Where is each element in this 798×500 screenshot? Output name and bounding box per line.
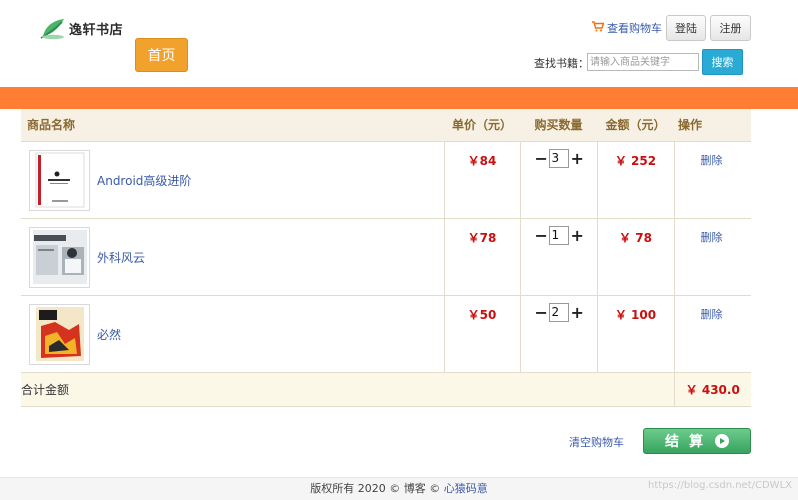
book-cover-android-icon[interactable] — [29, 149, 90, 211]
copyright-text: 版权所有 2020 © 博客 © — [310, 482, 441, 495]
increment-button[interactable]: + — [571, 303, 584, 322]
header-amount: 金额（元） — [597, 109, 674, 142]
table-row: 外科风云 ￥78 − + ￥ 78 删除 — [21, 218, 752, 296]
header-qty: 购买数量 — [520, 109, 597, 142]
line-amount: ￥ 78 — [619, 230, 652, 245]
decrement-button[interactable]: − — [535, 149, 548, 168]
site-logo[interactable]: 逸轩书店 — [40, 16, 123, 40]
checkout-button[interactable]: 结算 — [643, 428, 751, 454]
unit-price: ￥84 — [467, 153, 497, 168]
decrement-button[interactable]: − — [535, 226, 548, 245]
total-label: 合计金额 — [21, 372, 674, 407]
cart-icon — [592, 21, 605, 35]
product-cell: Android高级进阶 — [21, 142, 444, 211]
delete-link[interactable]: 删除 — [675, 296, 752, 322]
watermark-text: https://blog.csdn.net/CDWLX — [648, 480, 792, 491]
product-cell: 外科风云 — [21, 219, 444, 288]
search-label: 查找书籍： — [534, 57, 589, 70]
table-row: Android高级进阶 ￥84 − + ￥ 252 删除 — [21, 141, 752, 219]
product-name-link[interactable]: 外科风云 — [97, 249, 145, 266]
product-name-link[interactable]: 必然 — [97, 326, 121, 343]
quantity-input[interactable] — [548, 302, 569, 322]
book-cover-biran-icon[interactable] — [29, 303, 90, 365]
logo-text: 逸轩书店 — [69, 22, 124, 38]
line-amount: ￥ 100 — [614, 307, 657, 322]
total-row: 合计金额 ￥ 430.0 — [21, 372, 751, 407]
checkout-label: 结算 — [665, 434, 713, 450]
search-button[interactable]: 搜索 — [702, 49, 743, 75]
increment-button[interactable]: + — [571, 226, 584, 245]
book-cover-waike-icon[interactable] — [29, 226, 90, 288]
line-amount: ￥ 252 — [614, 153, 657, 168]
nav-bar — [0, 87, 798, 109]
unit-price: ￥78 — [467, 230, 497, 245]
home-button[interactable]: 首页 — [135, 38, 188, 72]
product-cell: 必然 — [21, 296, 444, 365]
decrement-button[interactable]: − — [535, 303, 548, 322]
total-amount: ￥ 430.0 — [673, 372, 751, 407]
header-name: 商品名称 — [21, 109, 444, 142]
play-arrow-icon — [715, 434, 729, 448]
clear-cart-link[interactable]: 清空购物车 — [569, 434, 624, 450]
login-button[interactable]: 登陆 — [666, 15, 706, 41]
header-operation: 操作 — [674, 109, 751, 142]
quantity-input[interactable] — [548, 148, 569, 168]
header-price: 单价（元） — [444, 109, 520, 142]
increment-button[interactable]: + — [571, 149, 584, 168]
unit-price: ￥50 — [467, 307, 497, 322]
product-name-link[interactable]: Android高级进阶 — [97, 172, 191, 189]
delete-link[interactable]: 删除 — [675, 219, 752, 245]
leaf-logo-icon — [40, 19, 64, 40]
view-cart-label: 查看购物车 — [607, 22, 662, 35]
shopping-cart-page: 逸轩书店 首页 查看购物车 登陆 注册 查找书籍： 搜索 商品名称 单价（元） … — [0, 0, 798, 500]
cart-table: 商品名称 单价（元） 购买数量 金额（元） 操作 Android高级进阶 ￥84… — [21, 109, 751, 407]
table-header-row: 商品名称 单价（元） 购买数量 金额（元） 操作 — [21, 109, 751, 142]
view-cart-link[interactable]: 查看购物车 — [592, 20, 662, 36]
search-input[interactable] — [587, 53, 699, 71]
quantity-stepper: − + — [521, 296, 597, 322]
table-row: 必然 ￥50 − + ￥ 100 删除 — [21, 295, 752, 373]
quantity-stepper: − + — [521, 142, 597, 168]
quantity-input[interactable] — [548, 225, 569, 245]
register-button[interactable]: 注册 — [710, 15, 751, 41]
quantity-stepper: − + — [521, 219, 597, 245]
delete-link[interactable]: 删除 — [675, 142, 752, 168]
brand-link[interactable]: 心猿码意 — [444, 482, 488, 495]
